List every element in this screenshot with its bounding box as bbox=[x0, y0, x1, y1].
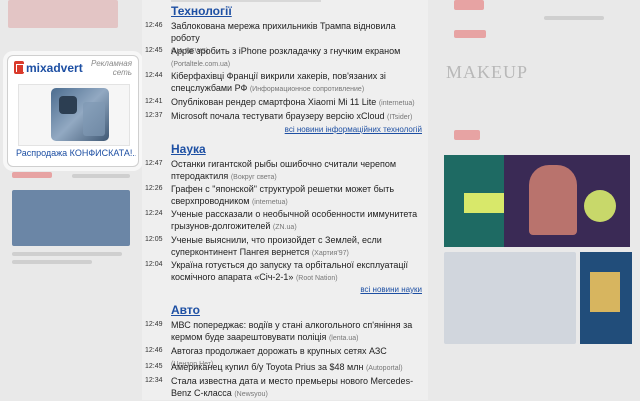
more-news-link[interactable]: всі новини науки bbox=[360, 285, 422, 294]
news-source: (Вокруг света) bbox=[230, 174, 277, 181]
banner-person-image bbox=[529, 165, 577, 235]
news-time: 12:49 bbox=[145, 321, 163, 328]
news-headline[interactable]: Американец купил б/у Toyota Prius за $48… bbox=[171, 362, 363, 372]
makeup-logo: MAKEUP bbox=[446, 62, 529, 82]
news-headline[interactable]: Apple зробить з iPhone розкладачку з гну… bbox=[171, 46, 400, 56]
blurred-image bbox=[12, 190, 130, 246]
news-text[interactable]: Apple зробить з iPhone розкладачку з гну… bbox=[171, 45, 421, 71]
news-headline[interactable]: МВС попереджає: водіїв у стані алкогольн… bbox=[171, 320, 412, 342]
blurred-banner bbox=[454, 130, 480, 140]
blurred-banner bbox=[454, 30, 486, 38]
ad-brand: mixadvert bbox=[26, 61, 83, 75]
news-source: (Autoportal) bbox=[365, 365, 403, 372]
news-time: 12:41 bbox=[145, 98, 163, 105]
news-time: 12:34 bbox=[145, 377, 163, 384]
news-text[interactable]: Ученые выяснили, что произойдет с Землей… bbox=[171, 234, 421, 260]
blurred-line bbox=[544, 16, 604, 20]
banner-shape bbox=[590, 272, 620, 312]
news-text[interactable]: Графен с "японской" структурой решетки м… bbox=[171, 183, 421, 209]
news-text[interactable]: Опублікован рендер смартфона Xiaomi Mi 1… bbox=[171, 96, 421, 110]
news-text[interactable]: Ученые рассказали о необычной особенност… bbox=[171, 208, 421, 234]
ad-card[interactable]: mixadvert Рекламная сеть Распродажа КОНФ… bbox=[7, 55, 139, 167]
news-time: 12:47 bbox=[145, 160, 163, 167]
news-time: 12:26 bbox=[145, 185, 163, 192]
banner-shape bbox=[464, 193, 504, 213]
news-headline[interactable]: Автогаз продолжает дорожать в крупных се… bbox=[171, 346, 387, 356]
news-time: 12:05 bbox=[145, 236, 163, 243]
news-headline[interactable]: Україна готується до запуску та орбіталь… bbox=[171, 260, 408, 282]
news-headline[interactable]: Опублікован рендер смартфона Xiaomi Mi 1… bbox=[171, 97, 376, 107]
news-source: (lenta.ua) bbox=[328, 335, 359, 342]
blurred-line bbox=[171, 0, 321, 2]
news-text[interactable]: Microsoft почала тестувати браузеру верс… bbox=[171, 110, 421, 124]
news-text[interactable]: Україна готується до запуску та орбіталь… bbox=[171, 259, 421, 285]
news-source: (Portaltele.com.ua) bbox=[171, 61, 231, 68]
news-time: 12:46 bbox=[145, 347, 163, 354]
news-source: (internetua) bbox=[378, 100, 415, 107]
phone-image-icon bbox=[51, 88, 109, 141]
ad-header: mixadvert Рекламная сеть bbox=[8, 56, 138, 78]
blurred-image bbox=[8, 0, 118, 28]
news-headline[interactable]: Заблокована мережа прихильників Трампа в… bbox=[171, 21, 396, 43]
news-source: (Newsyou) bbox=[234, 391, 268, 398]
mixadvert-logo-icon bbox=[14, 61, 24, 74]
news-time: 12:46 bbox=[145, 22, 163, 29]
right-sidebar: MAKEUP bbox=[444, 0, 640, 400]
ad-image[interactable] bbox=[18, 84, 130, 146]
blurred-line bbox=[72, 174, 130, 178]
news-headline[interactable]: Microsoft почала тестувати браузеру верс… bbox=[171, 111, 384, 121]
blurred-banner bbox=[454, 0, 484, 10]
news-time: 12:37 bbox=[145, 112, 163, 119]
blurred-line bbox=[12, 252, 122, 256]
news-source: (ITsider) bbox=[387, 114, 413, 121]
news-time: 12:44 bbox=[145, 72, 163, 79]
news-time: 12:04 bbox=[145, 261, 163, 268]
ad-banner[interactable] bbox=[580, 252, 632, 344]
banner-shape bbox=[584, 190, 616, 222]
ad-network-note: Рекламная сеть bbox=[90, 59, 132, 77]
news-headline[interactable]: Останки гигантской рыбы ошибочно считали… bbox=[171, 159, 396, 181]
news-headline[interactable]: Ученые выяснили, что произойдет с Землей… bbox=[171, 235, 382, 257]
news-source: (ZN.ua) bbox=[272, 224, 297, 231]
news-text[interactable]: Кіберфахівці Франції викрили хакерів, по… bbox=[171, 70, 421, 96]
news-time: 12:45 bbox=[145, 363, 163, 370]
news-column: Технології 12:46 Заблокована мережа прих… bbox=[142, 0, 428, 400]
news-text[interactable]: Американец купил б/у Toyota Prius за $48… bbox=[171, 361, 421, 375]
news-text[interactable]: Останки гигантской рыбы ошибочно считали… bbox=[171, 158, 421, 184]
ad-caption-link[interactable]: Распродажа КОНФИСКАТА!... bbox=[16, 148, 136, 158]
blurred-line bbox=[12, 260, 92, 264]
section-title[interactable]: Авто bbox=[171, 303, 200, 317]
section-title[interactable]: Технології bbox=[171, 4, 232, 18]
news-source: (Хартия'97) bbox=[311, 250, 349, 257]
section-title[interactable]: Наука bbox=[171, 142, 206, 156]
news-source: (Root Nation) bbox=[295, 275, 338, 282]
blurred-image bbox=[444, 252, 576, 344]
blurred-banner bbox=[12, 172, 52, 178]
news-headline[interactable]: Стала известна дата и место премьеры нов… bbox=[171, 376, 413, 398]
news-text[interactable]: МВС попереджає: водіїв у стані алкогольн… bbox=[171, 319, 421, 345]
news-time: 12:45 bbox=[145, 47, 163, 54]
news-text[interactable]: Стала известна дата и место премьеры нов… bbox=[171, 375, 421, 401]
ad-banner[interactable] bbox=[444, 155, 630, 247]
news-source: (internetua) bbox=[251, 199, 288, 206]
news-source: (Информационное сопротивление) bbox=[249, 86, 365, 93]
more-news-link[interactable]: всі новини інформаційних технологій bbox=[285, 125, 422, 134]
news-time: 12:24 bbox=[145, 210, 163, 217]
